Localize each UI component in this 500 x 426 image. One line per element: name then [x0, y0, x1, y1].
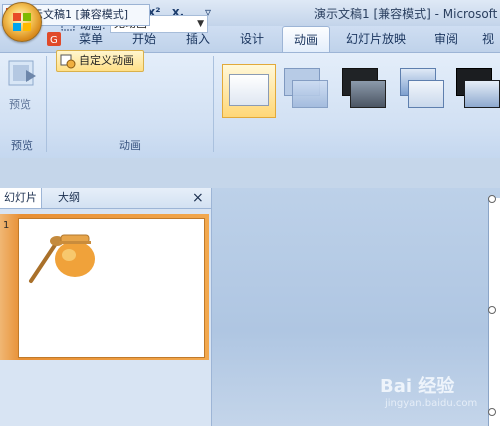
tab-slides[interactable]: 幻灯片	[0, 188, 42, 208]
custom-animation-button[interactable]: 自定义动画	[56, 50, 144, 72]
document-tab-row	[0, 158, 500, 188]
transition-thumbnail-cut-black[interactable]	[452, 66, 500, 112]
watermark: Bai 经验	[380, 376, 455, 397]
preview-button-label[interactable]: 预览	[9, 96, 31, 112]
transition-thumbnail-black[interactable]	[338, 66, 388, 112]
transition-thumbnail-fade[interactable]	[280, 66, 330, 112]
ribbon-group-separator	[46, 56, 47, 152]
slide-number: 1	[3, 220, 10, 231]
preview-icon[interactable]	[6, 58, 40, 92]
window-title: 演示文稿1 [兼容模式] - Microsoft	[314, 7, 498, 21]
resize-handle[interactable]	[488, 306, 496, 314]
custom-animation-label: 自定义动画	[79, 54, 134, 67]
watermark-url: jingyan.baidu.com	[385, 398, 478, 409]
transition-thumbnail-cut[interactable]	[396, 66, 446, 112]
tab-review[interactable]: 审阅	[422, 26, 470, 52]
transition-thumbnail-none[interactable]	[222, 64, 276, 118]
svg-text:G: G	[50, 35, 58, 46]
chevron-down-icon: ▼	[197, 19, 204, 29]
tab-view[interactable]: 视	[476, 26, 500, 52]
tab-slideshow[interactable]: 幻灯片放映	[336, 26, 416, 52]
resize-handle[interactable]	[488, 408, 496, 416]
office-button[interactable]	[2, 2, 42, 42]
tab-design[interactable]: 设计	[228, 26, 276, 52]
slide-editing-area[interactable]	[212, 188, 500, 426]
tab-animations[interactable]: 动画	[282, 26, 330, 52]
slide-thumbnail[interactable]	[18, 218, 205, 358]
office-logo	[13, 13, 31, 31]
tab-outline[interactable]: 大纲	[54, 188, 84, 208]
ribbon-group-separator	[213, 56, 214, 152]
preview-group-label: 预览	[11, 139, 33, 152]
resize-handle[interactable]	[488, 195, 496, 203]
custom-animation-icon	[60, 53, 76, 76]
pane-tabs: 幻灯片 大纲 ×	[0, 188, 211, 209]
honey-jar-image	[29, 234, 95, 283]
close-icon[interactable]: ×	[188, 188, 208, 208]
animation-group-label: 动画	[119, 139, 141, 152]
